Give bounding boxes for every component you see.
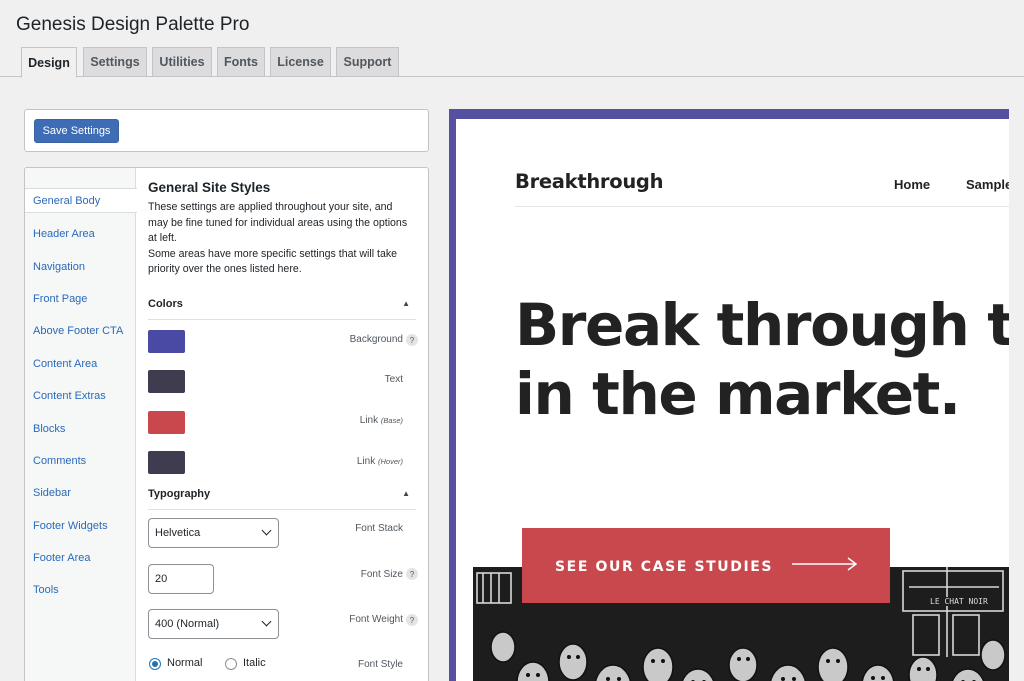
- font-size-label: Font Size: [360, 569, 403, 580]
- page-title: Genesis Design Palette Pro: [16, 14, 250, 35]
- illustration-shop-sign: LE CHAT NOIR: [928, 597, 990, 606]
- font-style-italic-label: Italic: [243, 657, 266, 669]
- colors-group-title: Colors: [148, 298, 183, 310]
- font-style-normal-radio[interactable]: [149, 658, 161, 670]
- live-preview-frame: Breakthrough Home Sample Break through t…: [449, 109, 1009, 681]
- preview-site-logo[interactable]: Breakthrough: [515, 170, 663, 193]
- font-weight-select[interactable]: 400 (Normal): [148, 609, 279, 639]
- section-description: These settings are applied throughout yo…: [148, 200, 410, 278]
- preview-nav-sample[interactable]: Sample: [966, 177, 1009, 192]
- section-title: General Site Styles: [148, 180, 271, 195]
- link-hover-color-swatch[interactable]: [148, 451, 185, 474]
- preview-hero-heading: Break through t in the market.: [515, 291, 1009, 429]
- preview-header-divider: [515, 206, 1009, 207]
- link-base-color-label: Link (Base): [359, 415, 403, 426]
- font-size-input[interactable]: 20: [148, 564, 214, 594]
- sidebar-item-navigation[interactable]: Navigation: [33, 261, 85, 273]
- arrow-right-icon: [792, 557, 858, 571]
- chevron-down-icon: [261, 616, 272, 627]
- help-icon[interactable]: ?: [406, 568, 418, 580]
- settings-panel: General Body Header Area Navigation Fron…: [24, 167, 429, 681]
- tab-settings[interactable]: Settings: [83, 47, 147, 77]
- preview-hero-line2: in the market.: [515, 360, 961, 428]
- help-icon[interactable]: ?: [406, 614, 418, 626]
- tab-bar: Design Settings Utilities Fonts License …: [0, 47, 1024, 78]
- chevron-down-icon: [261, 525, 272, 536]
- sidebar: General Body Header Area Navigation Fron…: [25, 168, 137, 681]
- tab-fonts[interactable]: Fonts: [217, 47, 265, 77]
- save-settings-button[interactable]: Save Settings: [34, 119, 119, 143]
- preview-nav-home[interactable]: Home: [894, 177, 930, 192]
- sidebar-item-footer-area[interactable]: Footer Area: [33, 552, 90, 564]
- help-icon[interactable]: ?: [406, 334, 418, 346]
- sidebar-item-content-extras[interactable]: Content Extras: [33, 390, 106, 402]
- text-color-label: Text: [384, 374, 403, 385]
- settings-content: General Site Styles These settings are a…: [136, 168, 428, 681]
- collapse-arrow-icon[interactable]: ▲: [402, 489, 410, 498]
- font-style-label: Font Style: [357, 659, 403, 670]
- background-color-label: Background: [349, 334, 403, 345]
- typography-group-header[interactable]: Typography ▲: [148, 488, 416, 510]
- sidebar-item-sidebar[interactable]: Sidebar: [33, 487, 71, 499]
- sidebar-item-front-page[interactable]: Front Page: [33, 293, 87, 305]
- background-color-swatch[interactable]: [148, 330, 185, 353]
- link-base-color-swatch[interactable]: [148, 411, 185, 434]
- section-description-line1: These settings are applied throughout yo…: [148, 201, 408, 244]
- preview-page: Breakthrough Home Sample Break through t…: [456, 119, 1009, 681]
- colors-group-header[interactable]: Colors ▲: [148, 298, 416, 320]
- font-weight-label: Font Weight: [349, 614, 403, 625]
- font-stack-select[interactable]: Helvetica: [148, 518, 279, 548]
- typography-group-title: Typography: [148, 488, 211, 500]
- preview-cta-label: SEE OUR CASE STUDIES: [555, 559, 774, 575]
- link-hover-color-label: Link (Hover): [356, 456, 403, 467]
- font-stack-value: Helvetica: [155, 527, 201, 539]
- font-style-italic-radio[interactable]: [225, 658, 237, 670]
- tab-support[interactable]: Support: [336, 47, 399, 77]
- sidebar-item-blocks[interactable]: Blocks: [33, 423, 65, 435]
- save-panel: Save Settings: [24, 109, 429, 152]
- tab-utilities[interactable]: Utilities: [152, 47, 212, 77]
- font-style-normal-label: Normal: [167, 657, 203, 669]
- preview-hero-line1: Break through t: [515, 291, 1009, 359]
- sidebar-item-content-area[interactable]: Content Area: [33, 358, 97, 370]
- sidebar-item-tools[interactable]: Tools: [33, 584, 59, 596]
- sidebar-item-header-area[interactable]: Header Area: [33, 228, 95, 240]
- section-description-line2: Some areas have more specific settings t…: [148, 247, 398, 276]
- sidebar-item-general-body[interactable]: General Body: [33, 195, 100, 207]
- font-stack-label: Font Stack: [355, 523, 403, 534]
- sidebar-item-comments[interactable]: Comments: [33, 455, 86, 467]
- tab-license[interactable]: License: [270, 47, 331, 77]
- font-weight-value: 400 (Normal): [155, 618, 220, 630]
- tab-design[interactable]: Design: [21, 47, 77, 78]
- sidebar-item-footer-widgets[interactable]: Footer Widgets: [33, 520, 108, 532]
- text-color-swatch[interactable]: [148, 370, 185, 393]
- preview-cta-button[interactable]: SEE OUR CASE STUDIES: [522, 528, 890, 603]
- sidebar-item-above-footer-cta[interactable]: Above Footer CTA: [33, 325, 123, 337]
- collapse-arrow-icon[interactable]: ▲: [402, 299, 410, 308]
